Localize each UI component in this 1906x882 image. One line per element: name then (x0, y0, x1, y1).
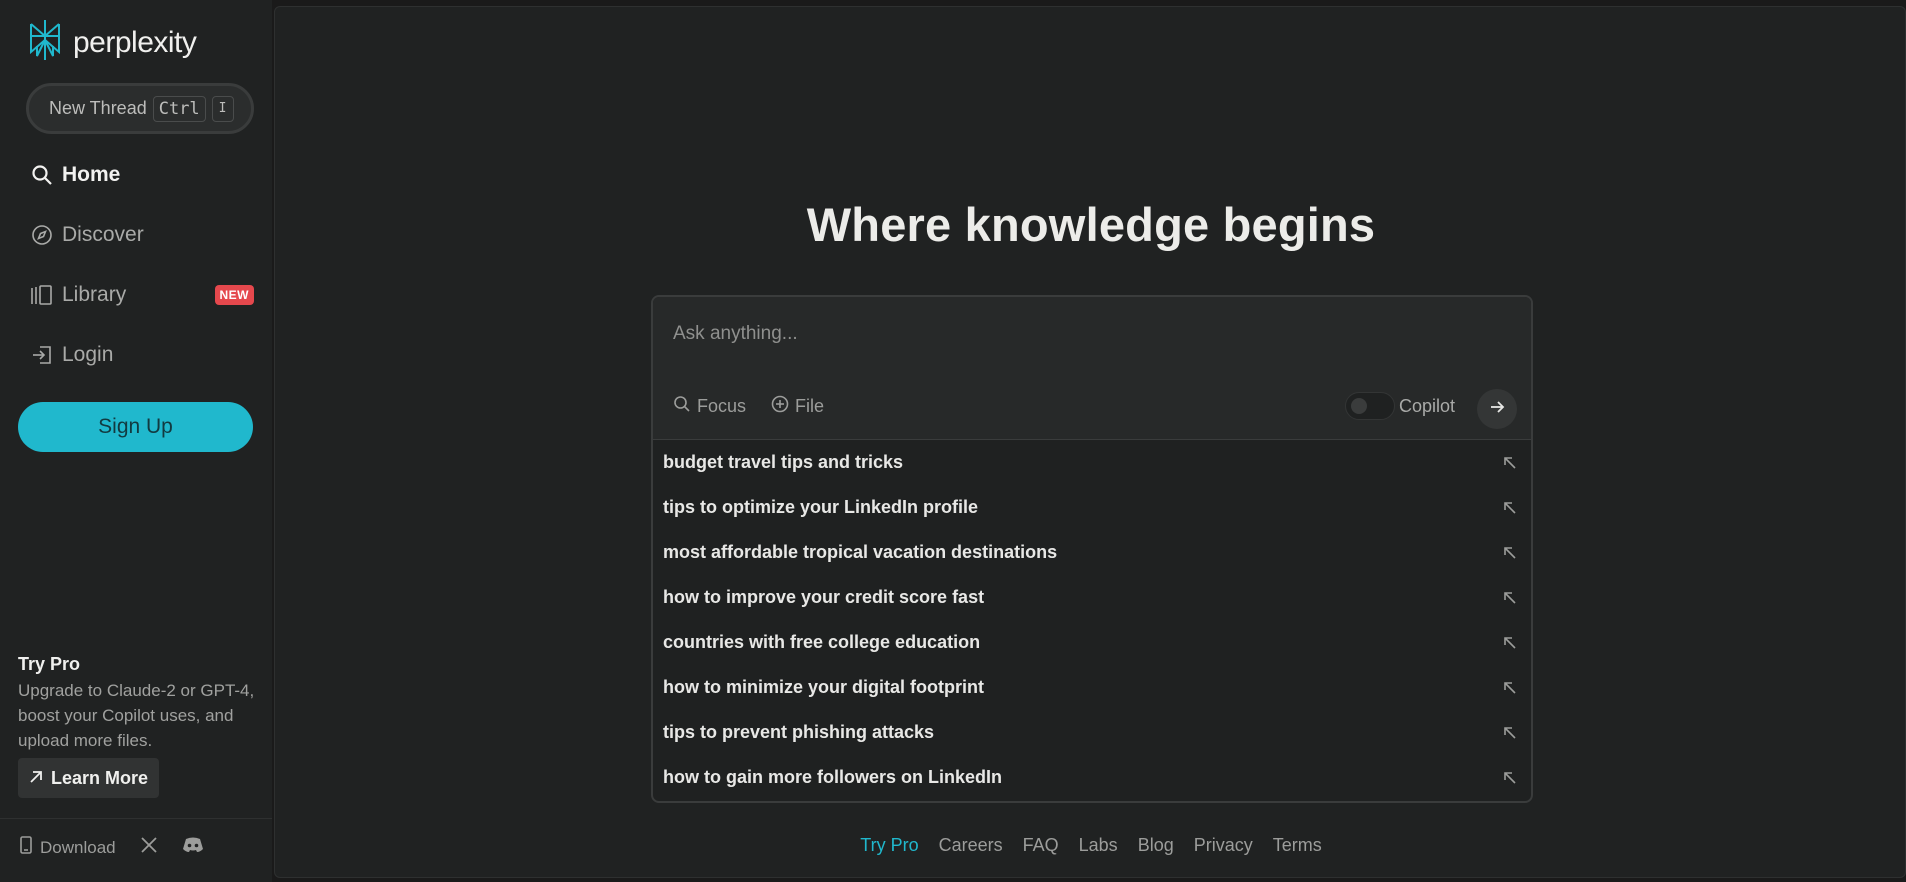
sidebar-item-label: Home (62, 163, 121, 186)
copilot-toggle[interactable] (1345, 392, 1395, 420)
sidebar-item-login[interactable]: Login (30, 343, 254, 367)
discord-icon[interactable] (182, 837, 204, 858)
try-pro-description: Upgrade to Claude-2 or GPT-4, boost your… (18, 681, 255, 750)
page-title: Where knowledge begins (806, 198, 1376, 251)
search-icon (30, 163, 54, 187)
suggestion-text: tips to prevent phishing attacks (663, 722, 935, 742)
suggestion-text: how to gain more followers on LinkedIn (663, 767, 1003, 787)
copilot-label: Copilot (1399, 396, 1456, 416)
suggestion-item[interactable]: countries with free college education (653, 620, 1531, 665)
suggestion-item[interactable]: how to gain more followers on LinkedIn (653, 755, 1531, 800)
shortcut-i-key: I (211, 95, 234, 122)
try-pro-title: Try Pro (18, 654, 81, 674)
new-badge: NEW (214, 285, 254, 305)
sidebar-item-label: Login (62, 343, 114, 366)
logo[interactable]: perplexity (27, 18, 197, 67)
arrow-up-left-icon[interactable] (1499, 767, 1521, 789)
learn-more-button[interactable]: Learn More (18, 758, 160, 798)
footer-link[interactable]: Privacy (1194, 835, 1253, 856)
suggestion-text: tips to optimize your LinkedIn profile (663, 497, 979, 517)
sidebar-item-home[interactable]: Home (30, 163, 254, 187)
sidebar-footer: Download (20, 836, 204, 859)
focus-label: Focus (697, 396, 747, 416)
sidebar-item-label: Library (62, 283, 127, 306)
compass-icon (30, 223, 54, 247)
suggestion-text: countries with free college education (663, 632, 981, 652)
new-thread-label: New Thread (49, 98, 147, 118)
footer-link[interactable]: Terms (1273, 835, 1322, 856)
suggestion-text: budget travel tips and tricks (663, 452, 904, 472)
footer-links: Try Pro Careers FAQ Labs Blog Privacy Terms (275, 835, 1906, 856)
focus-button[interactable]: Focus (673, 395, 746, 418)
footer-link[interactable]: FAQ (1023, 835, 1059, 856)
submit-button[interactable] (1477, 389, 1517, 429)
arrow-up-left-icon[interactable] (1499, 497, 1521, 519)
suggestion-item[interactable]: how to improve your credit score fast (653, 575, 1531, 620)
toggle-knob (1351, 398, 1367, 414)
mobile-icon (20, 836, 32, 859)
search-icon (673, 395, 691, 418)
download-link[interactable]: Download (20, 836, 116, 859)
plus-circle-icon (771, 395, 789, 418)
suggestion-item[interactable]: most affordable tropical vacation destin… (653, 530, 1531, 575)
download-label: Download (40, 837, 116, 857)
suggestion-item[interactable]: budget travel tips and tricks (653, 440, 1531, 485)
arrow-up-left-icon[interactable] (1499, 452, 1521, 474)
file-label: File (795, 396, 825, 416)
logo-text: perplexity (73, 25, 197, 59)
x-twitter-icon[interactable] (140, 836, 158, 859)
learn-more-label: Learn More (51, 767, 149, 788)
footer-link[interactable]: Blog (1138, 835, 1174, 856)
arrow-up-left-icon[interactable] (1499, 677, 1521, 699)
arrow-up-right-icon (29, 768, 43, 789)
sidebar: perplexity New Thread Ctrl I Home Discov… (0, 0, 272, 882)
arrow-up-left-icon[interactable] (1499, 632, 1521, 654)
search-input-area: Focus File Copilot (653, 297, 1531, 439)
arrow-up-left-icon[interactable] (1499, 542, 1521, 564)
attach-file-button[interactable]: File (771, 395, 824, 418)
sidebar-item-label: Discover (62, 223, 144, 246)
arrow-up-left-icon[interactable] (1499, 722, 1521, 744)
footer-link[interactable]: Try Pro (860, 835, 918, 856)
search-input[interactable] (673, 319, 1493, 349)
arrow-right-icon (1489, 399, 1505, 420)
sidebar-divider (0, 818, 272, 819)
footer-link[interactable]: Labs (1079, 835, 1118, 856)
app-window: perplexity New Thread Ctrl I Home Discov… (0, 0, 1906, 882)
suggestion-text: how to minimize your digital footprint (663, 677, 984, 697)
suggestion-list: budget travel tips and tricks tips to opt… (653, 440, 1531, 800)
suggestion-text: how to improve your credit score fast (663, 587, 985, 607)
search-box: Focus File Copilot (651, 295, 1533, 803)
new-thread-button[interactable]: New Thread Ctrl I (26, 83, 254, 134)
footer-link[interactable]: Careers (939, 835, 1003, 856)
perplexity-logo-icon (27, 18, 63, 67)
sidebar-item-library[interactable]: Library NEW (30, 283, 254, 307)
sidebar-item-discover[interactable]: Discover (30, 223, 254, 247)
shortcut-ctrl-key: Ctrl (152, 95, 206, 122)
arrow-up-left-icon[interactable] (1499, 587, 1521, 609)
suggestion-text: most affordable tropical vacation destin… (663, 542, 1058, 562)
suggestion-item[interactable]: how to minimize your digital footprint (653, 665, 1531, 710)
library-icon (30, 283, 54, 307)
login-icon (30, 343, 54, 367)
main-panel: Where knowledge begins Focus File (274, 6, 1906, 878)
suggestion-item[interactable]: tips to optimize your LinkedIn profile (653, 485, 1531, 530)
sign-up-button[interactable]: Sign Up (18, 402, 253, 452)
suggestion-item[interactable]: tips to prevent phishing attacks (653, 710, 1531, 755)
